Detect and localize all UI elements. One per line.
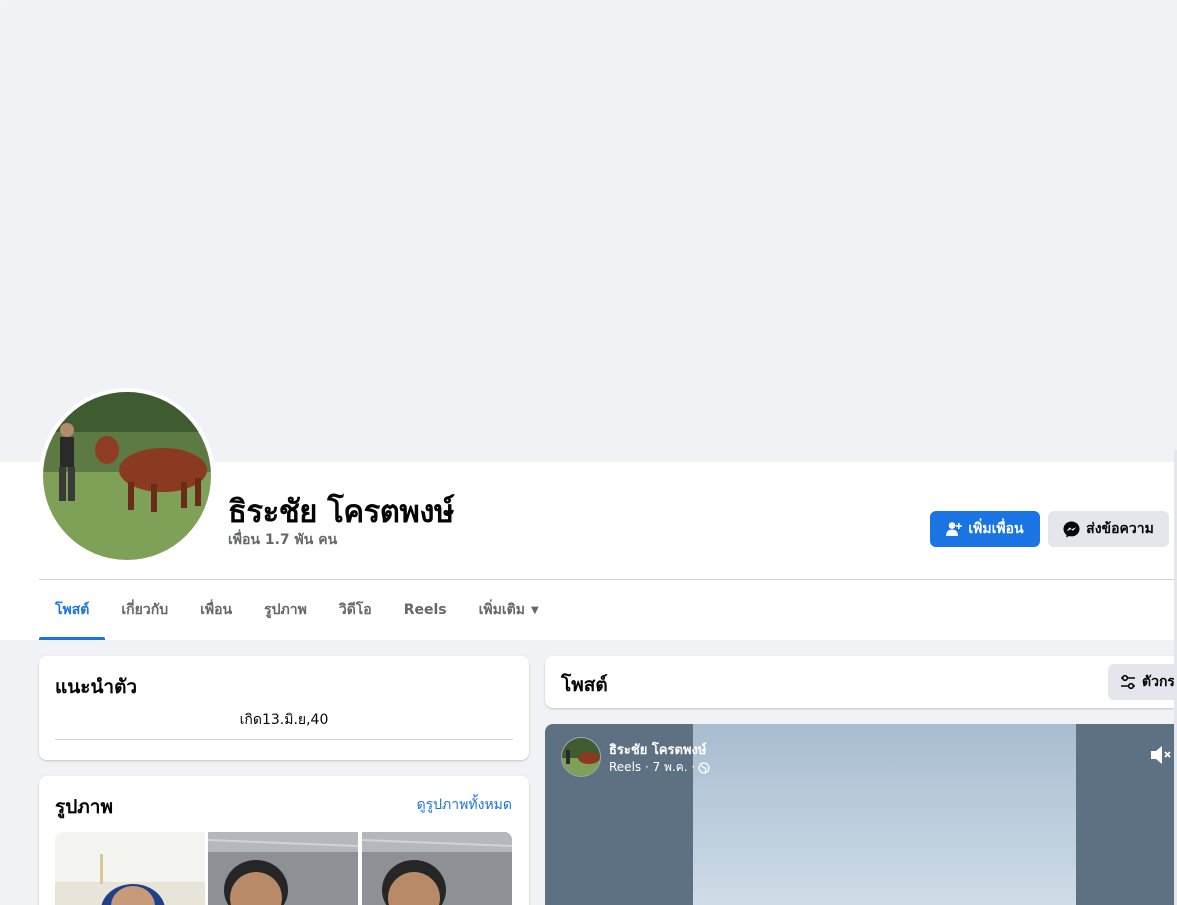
globe-icon (698, 761, 710, 774)
photos-title[interactable]: รูปภาพ (55, 792, 113, 822)
filter-button[interactable]: ตัวกร (1108, 664, 1177, 700)
intro-card: แนะนำตัว เกิด13.มิ.ย,40 (39, 656, 529, 760)
intro-bio: เกิด13.มิ.ย,40 (239, 712, 329, 728)
reel-meta: Reels · 7 พ.ค. · (609, 758, 710, 777)
tab-friends[interactable]: เพื่อน (184, 580, 248, 640)
filter-label: ตัวกร (1142, 674, 1175, 690)
reel-post[interactable]: ธิระชัย โครตพงษ์ Reels · 7 พ.ค. · (545, 724, 1177, 905)
tab-reels[interactable]: Reels (388, 580, 463, 640)
message-label: ส่งข้อความ (1086, 521, 1154, 537)
cover-photo-area[interactable] (7, 0, 1177, 462)
intro-title: แนะนำตัว (55, 676, 138, 698)
reel-author-name[interactable]: ธิระชัย โครตพงษ์ (609, 739, 706, 760)
tab-posts[interactable]: โพสต์ (39, 580, 106, 640)
tab-more[interactable]: เพิ่มเติม ▼ (463, 580, 555, 640)
reel-video[interactable] (693, 724, 1076, 905)
reel-author-avatar[interactable] (561, 737, 601, 777)
see-all-photos-link[interactable]: ดูรูปภาพทั้งหมด (417, 794, 512, 816)
tab-about[interactable]: เกี่ยวกับ (105, 580, 184, 640)
photo-thumbnail[interactable] (55, 832, 205, 905)
filter-icon (1121, 674, 1135, 690)
mute-icon[interactable] (1149, 744, 1173, 766)
profile-tabs: โพสต์ เกี่ยวกับ เพื่อน รูปภาพ วิดีโอ Ree… (39, 580, 555, 640)
add-friend-label: เพิ่มเพื่อน (968, 521, 1024, 537)
photo-thumbnail[interactable] (208, 832, 358, 905)
friends-count[interactable]: เพื่อน 1.7 พัน คน (228, 529, 337, 551)
posts-header-card: โพสต์ ตัวกร (545, 656, 1177, 708)
messenger-icon (1063, 521, 1080, 537)
tab-photos[interactable]: รูปภาพ (248, 580, 323, 640)
message-button[interactable]: ส่งข้อความ (1048, 511, 1169, 547)
add-friend-button[interactable]: เพิ่มเพื่อน (930, 511, 1040, 547)
photo-thumbnail[interactable] (362, 832, 512, 905)
avatar-photo (43, 392, 211, 560)
caret-down-icon: ▼ (530, 604, 539, 616)
posts-title: โพสต์ (561, 674, 608, 696)
tab-videos[interactable]: วิดีโอ (323, 580, 388, 640)
profile-avatar[interactable] (39, 388, 215, 564)
photos-card: รูปภาพ ดูรูปภาพทั้งหมด (39, 776, 529, 905)
intro-divider (55, 739, 513, 740)
add-friend-icon (946, 522, 963, 536)
